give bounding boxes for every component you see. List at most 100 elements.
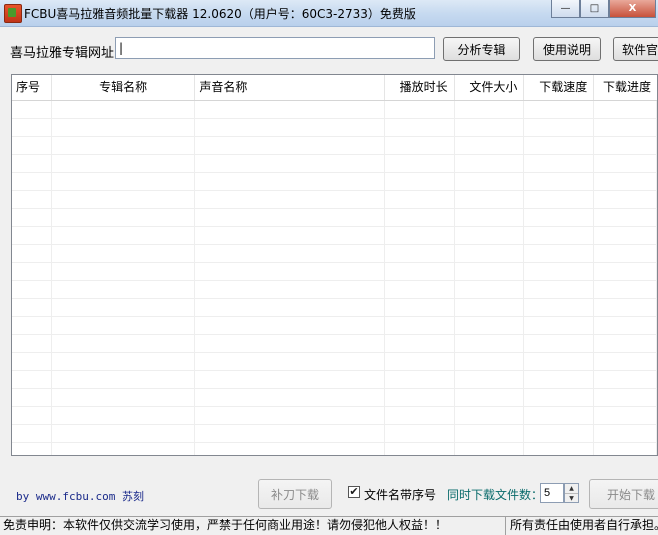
table-cell [385,425,455,442]
table-cell [455,407,525,424]
column-header[interactable]: 下载进度 [594,75,657,100]
table-row[interactable] [12,155,657,173]
table-cell [195,353,385,370]
start-download-button[interactable]: 开始下载 [589,479,658,509]
table-cell [455,119,525,136]
table-cell [52,137,196,154]
table-row[interactable] [12,335,657,353]
table-cell [385,191,455,208]
column-header[interactable]: 下载速度 [524,75,595,100]
spin-up-icon[interactable]: ▲ [565,484,578,494]
table-cell [455,209,525,226]
column-header[interactable]: 文件大小 [455,75,525,100]
website-button[interactable]: 软件官 [613,37,658,61]
column-header[interactable]: 播放时长 [385,75,455,100]
table-row[interactable] [12,407,657,425]
table-row[interactable] [12,263,657,281]
table-cell [455,227,525,244]
table-row[interactable] [12,317,657,335]
table-header: 序号 专辑名称 声音名称 播放时长 文件大小 下载速度 下载进度 [12,75,657,101]
help-button[interactable]: 使用说明 [533,37,601,61]
table-cell [594,407,657,424]
analyze-album-button[interactable]: 分析专辑 [443,37,520,61]
table-cell [12,389,52,406]
table-cell [52,281,196,298]
table-cell [594,299,657,316]
table-row[interactable] [12,119,657,137]
table-cell [524,299,595,316]
track-table[interactable]: 序号 专辑名称 声音名称 播放时长 文件大小 下载速度 下载进度 [11,74,658,456]
column-header[interactable]: 专辑名称 [52,75,196,100]
table-row[interactable] [12,191,657,209]
table-row[interactable] [12,425,657,443]
table-row[interactable] [12,209,657,227]
credit-text: by www.fcbu.com 苏刻 [16,490,144,503]
table-cell [195,155,385,172]
table-cell [12,281,52,298]
table-row[interactable] [12,371,657,389]
table-cell [455,371,525,388]
redownload-button[interactable]: 补刀下载 [258,479,332,509]
table-row[interactable] [12,353,657,371]
table-cell [12,155,52,172]
table-cell [12,299,52,316]
table-cell [52,353,196,370]
table-cell [385,155,455,172]
table-cell [195,281,385,298]
column-header[interactable]: 声音名称 [195,75,385,100]
table-cell [524,137,595,154]
table-cell [594,227,657,244]
table-cell [524,245,595,262]
table-row[interactable] [12,227,657,245]
table-cell [12,335,52,352]
title-bar: FCBU喜马拉雅音频批量下载器 12.0620（用户号：60C3-2733）免费… [0,0,658,27]
minimize-button[interactable]: — [551,0,580,18]
table-row[interactable] [12,173,657,191]
table-cell [524,407,595,424]
table-row[interactable] [12,281,657,299]
table-cell [455,245,525,262]
table-row[interactable] [12,245,657,263]
table-cell [12,137,52,154]
table-cell [385,407,455,424]
album-url-input[interactable] [115,37,435,59]
table-body [12,101,657,455]
table-cell [12,173,52,190]
table-cell [594,137,657,154]
table-cell [594,389,657,406]
concurrent-spinner[interactable]: ▲ ▼ [564,483,579,503]
table-row[interactable] [12,299,657,317]
table-cell [12,209,52,226]
table-cell [52,155,196,172]
disclaimer-text: 免责申明：本软件仅供交流学习使用，严禁于任何商业用途！请勿侵犯他人权益！！ [0,517,506,535]
table-cell [455,281,525,298]
table-cell [52,209,196,226]
table-cell [52,371,196,388]
close-button[interactable]: X [609,0,656,18]
table-row[interactable] [12,443,657,455]
table-cell [594,317,657,334]
spin-down-icon[interactable]: ▼ [565,494,578,503]
table-cell [195,389,385,406]
maximize-button[interactable]: □ [580,0,609,18]
table-cell [195,335,385,352]
table-cell [195,245,385,262]
table-cell [12,245,52,262]
table-cell [52,101,196,118]
table-cell [524,209,595,226]
filename-index-checkbox[interactable]: ✔ [348,486,360,498]
table-cell [524,263,595,280]
table-cell [12,101,52,118]
table-row[interactable] [12,137,657,155]
table-cell [455,173,525,190]
table-cell [594,371,657,388]
table-cell [524,335,595,352]
table-cell [385,443,455,455]
table-row[interactable] [12,389,657,407]
concurrent-count-input[interactable] [540,483,564,503]
column-header[interactable]: 序号 [12,75,52,100]
table-row[interactable] [12,101,657,119]
table-cell [524,119,595,136]
filename-index-label: 文件名带序号 [364,488,437,502]
table-cell [52,245,196,262]
